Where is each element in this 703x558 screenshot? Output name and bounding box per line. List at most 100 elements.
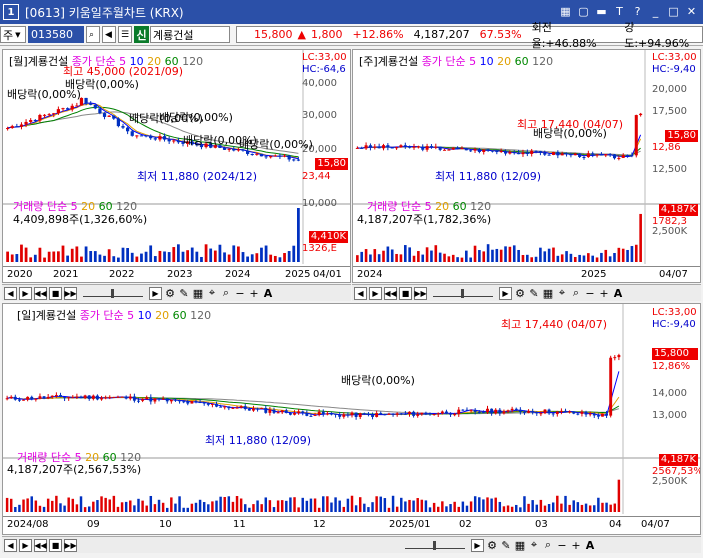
volume-bar	[92, 501, 95, 512]
candle	[543, 152, 547, 155]
volume-tick: 10,000	[302, 198, 337, 209]
gear-icon[interactable]: ⚙	[164, 287, 176, 300]
play-button[interactable]: ▶	[19, 538, 32, 552]
scroll-right-button[interactable]: ▶	[499, 286, 512, 300]
grid-icon[interactable]: ▦	[542, 287, 554, 300]
scroll-right-button[interactable]: ▶	[471, 538, 484, 552]
zoom-icon[interactable]: ⌕	[220, 286, 232, 300]
candle	[287, 155, 291, 160]
font-size-button[interactable]: A	[612, 287, 624, 300]
volume-bar	[438, 252, 442, 262]
stock-code-input[interactable]: 013580	[28, 26, 84, 43]
maximize-button[interactable]: □	[666, 3, 681, 19]
scroll-left-button[interactable]: ◀	[4, 538, 17, 552]
stop-button[interactable]: ■	[49, 538, 62, 552]
candle	[112, 115, 116, 119]
close-button[interactable]: ✕	[684, 3, 699, 19]
list-icon[interactable]: ☰	[118, 26, 132, 43]
candle	[596, 415, 600, 417]
draw-icon[interactable]: ✎	[500, 539, 512, 552]
scroll-slider[interactable]	[405, 540, 465, 550]
grid-icon[interactable]: ▦	[192, 287, 204, 300]
zoom-out-button[interactable]: −	[234, 287, 246, 300]
weekly-chart-canvas[interactable]	[353, 50, 701, 283]
font-size-button[interactable]: A	[584, 539, 596, 552]
candle	[630, 155, 634, 157]
scroll-left-button[interactable]: ◀	[354, 286, 367, 300]
candle	[46, 396, 50, 399]
speaker-icon[interactable]: ◀	[102, 26, 116, 43]
scroll-slider[interactable]	[433, 288, 493, 298]
play-button[interactable]: ▶	[369, 286, 382, 300]
x-tick: 2022	[109, 269, 135, 280]
rewind-button[interactable]: ◀◀	[384, 286, 397, 300]
volume-bar	[38, 505, 42, 512]
zoom-in-button[interactable]: +	[248, 287, 260, 300]
candle	[239, 406, 243, 408]
crosshair-icon[interactable]: ⌖	[206, 286, 218, 300]
crosshair-icon[interactable]: ⌖	[556, 286, 568, 300]
crosshair-icon[interactable]: ⌖	[528, 538, 540, 552]
minimize-button[interactable]: _	[648, 3, 663, 19]
daily-chart-canvas[interactable]	[3, 304, 701, 535]
font-icon[interactable]: T	[612, 3, 627, 19]
daily-chart-panel[interactable]: [일]계룡건설 종가 단순 5 10 20 60 120 LC:33,00 HC…	[2, 303, 701, 535]
stop-button[interactable]: ■	[399, 286, 412, 300]
candle	[272, 409, 276, 413]
volume-bar	[75, 246, 79, 262]
monthly-chart-canvas[interactable]	[3, 50, 351, 283]
pin-icon[interactable]: ▬	[594, 3, 609, 19]
zoom-in-button[interactable]: +	[570, 539, 582, 552]
scroll-right-button[interactable]: ▶	[149, 286, 162, 300]
gear-icon[interactable]: ⚙	[486, 539, 498, 552]
candle	[305, 412, 309, 416]
layout-icon[interactable]: ▦	[558, 3, 573, 19]
rewind-button[interactable]: ◀◀	[34, 538, 47, 552]
help-icon[interactable]: ?	[630, 3, 645, 19]
ma10-label: 10	[137, 309, 152, 322]
volume-bar	[112, 495, 116, 512]
stop-button[interactable]: ■	[49, 286, 62, 300]
box-icon[interactable]: ▢	[576, 3, 591, 19]
zoom-out-button[interactable]: −	[556, 539, 568, 552]
volume-bar	[515, 504, 518, 512]
volume-bar	[112, 256, 116, 262]
candle	[273, 155, 277, 157]
candle	[569, 154, 573, 156]
window-number[interactable]: 1	[3, 4, 19, 20]
search-icon[interactable]: ⌕	[86, 26, 100, 43]
candle	[481, 412, 485, 414]
candle	[377, 146, 381, 149]
draw-icon[interactable]: ✎	[528, 287, 540, 300]
zoom-in-button[interactable]: +	[598, 287, 610, 300]
volume-bar	[613, 252, 616, 262]
rewind-button[interactable]: ◀◀	[34, 286, 47, 300]
zoom-out-button[interactable]: −	[584, 287, 596, 300]
forward-button[interactable]: ▶▶	[64, 286, 77, 300]
volume-bar	[494, 497, 497, 512]
candle	[531, 411, 535, 413]
zoom-icon[interactable]: ⌕	[570, 286, 582, 300]
draw-icon[interactable]: ✎	[178, 287, 190, 300]
volume-bar	[390, 249, 394, 262]
volume-bar	[20, 244, 23, 262]
volume-bar	[130, 252, 134, 262]
zoom-icon[interactable]: ⌕	[542, 538, 554, 552]
forward-button[interactable]: ▶▶	[414, 286, 427, 300]
volume-bar	[227, 496, 231, 512]
scroll-left-button[interactable]: ◀	[4, 286, 17, 300]
grid-icon[interactable]: ▦	[514, 539, 526, 552]
candle	[223, 406, 227, 408]
market-select[interactable]: 주 ▼	[0, 26, 26, 43]
font-size-button[interactable]: A	[262, 287, 274, 300]
gear-icon[interactable]: ⚙	[514, 287, 526, 300]
volume-bar	[626, 249, 629, 262]
volume-bar	[408, 499, 411, 512]
forward-button[interactable]: ▶▶	[64, 538, 77, 552]
candle	[495, 150, 499, 153]
monthly-chart-panel[interactable]: [월]계룡건설 종가 단순 5 10 20 60 120 LC:33,00 HC…	[2, 49, 351, 283]
volume-bar	[213, 250, 217, 262]
scroll-slider[interactable]	[83, 288, 143, 298]
weekly-chart-panel[interactable]: [주]계룡건설 종가 단순 5 10 20 60 120 LC:33,00 HC…	[352, 49, 701, 283]
play-button[interactable]: ▶	[19, 286, 32, 300]
